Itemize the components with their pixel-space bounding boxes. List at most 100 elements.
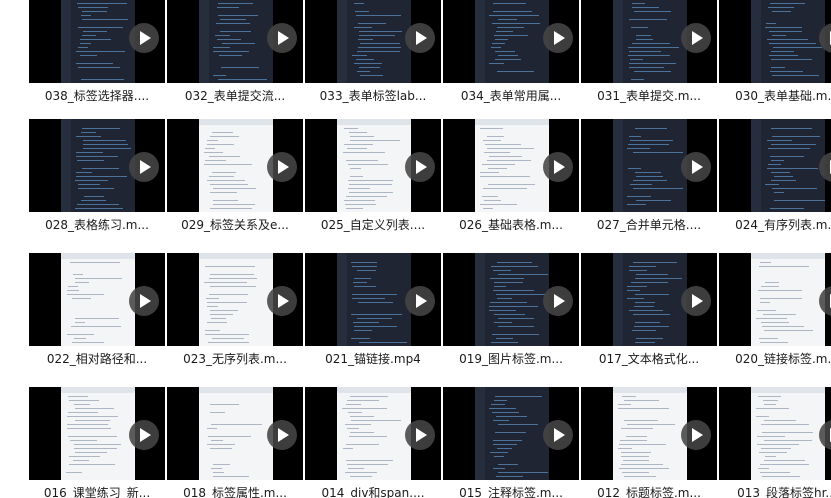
file-name-label: 014_div和span.... [321, 486, 425, 498]
video-thumbnail[interactable] [719, 387, 831, 480]
video-thumbnail[interactable] [29, 119, 165, 212]
video-file-item[interactable]: 025_自定义列表.... [305, 119, 441, 239]
thumbnail-frame [475, 253, 549, 346]
thumbnail-frame [61, 387, 135, 480]
file-name-label: 031_表单提交.m... [597, 89, 701, 103]
play-icon[interactable] [681, 152, 711, 182]
video-thumbnail[interactable] [581, 119, 717, 212]
video-file-item[interactable]: 031_表单提交.m... [581, 0, 717, 110]
play-icon[interactable] [129, 420, 159, 450]
video-file-item[interactable]: 017_文本格式化... [581, 253, 717, 373]
video-thumbnail[interactable] [581, 253, 717, 346]
video-thumbnail[interactable] [719, 253, 831, 346]
video-file-item[interactable]: 016_课堂练习_新... [29, 387, 165, 498]
video-file-item[interactable]: 013_段落标签hr... [719, 387, 831, 498]
play-icon[interactable] [267, 152, 297, 182]
play-icon[interactable] [543, 420, 573, 450]
file-name-label: 033_表单标签lab... [319, 89, 427, 103]
video-thumbnail[interactable] [29, 0, 165, 83]
video-file-item[interactable]: 024_有序列表.m... [719, 119, 831, 239]
video-thumbnail[interactable] [305, 0, 441, 83]
video-file-item[interactable]: 019_图片标签.m... [443, 253, 579, 373]
play-icon[interactable] [129, 286, 159, 316]
file-name-label: 012_标题标签.m... [597, 486, 701, 498]
video-thumbnail[interactable] [719, 0, 831, 83]
play-icon[interactable] [681, 23, 711, 53]
play-icon[interactable] [129, 23, 159, 53]
file-name-label: 013_段落标签hr... [737, 486, 831, 498]
video-thumbnail[interactable] [443, 119, 579, 212]
video-file-item[interactable]: 014_div和span.... [305, 387, 441, 498]
video-file-item[interactable]: 022_相对路径和... [29, 253, 165, 373]
play-icon[interactable] [405, 286, 435, 316]
file-name-label: 022_相对路径和... [46, 352, 148, 366]
video-thumbnail[interactable] [581, 0, 717, 83]
video-file-item[interactable]: 023_无序列表.m... [167, 253, 303, 373]
video-file-item[interactable]: 012_标题标签.m... [581, 387, 717, 498]
thumbnail-frame [613, 387, 687, 480]
video-thumbnail[interactable] [443, 387, 579, 480]
play-icon[interactable] [405, 420, 435, 450]
file-name-label: 023_无序列表.m... [183, 352, 287, 366]
file-name-label: 020_链接标签.m... [735, 352, 831, 366]
file-grid: 038_标签选择器.... 032_表单提交流... 033_表单标签lab... 0… [0, 0, 831, 498]
video-thumbnail[interactable] [167, 253, 303, 346]
file-name-label: 024_有序列表.m... [735, 218, 831, 232]
play-icon[interactable] [543, 152, 573, 182]
play-icon[interactable] [267, 420, 297, 450]
play-icon[interactable] [267, 23, 297, 53]
video-thumbnail[interactable] [29, 387, 165, 480]
thumbnail-frame [199, 387, 273, 480]
video-thumbnail[interactable] [29, 253, 165, 346]
play-icon[interactable] [543, 286, 573, 316]
play-icon[interactable] [681, 286, 711, 316]
video-thumbnail[interactable] [581, 387, 717, 480]
file-name-label: 029_标签关系及e... [181, 218, 289, 232]
video-thumbnail[interactable] [305, 119, 441, 212]
thumbnail-frame [751, 119, 825, 212]
thumbnail-frame [61, 253, 135, 346]
thumbnail-frame [751, 0, 825, 83]
video-thumbnail[interactable] [167, 0, 303, 83]
video-file-item[interactable]: 018_标签属性.m... [167, 387, 303, 498]
video-file-item[interactable]: 021_锚链接.mp4 [305, 253, 441, 373]
play-icon[interactable] [681, 420, 711, 450]
file-name-label: 034_表单常用属... [460, 89, 562, 103]
video-file-item[interactable]: 029_标签关系及e... [167, 119, 303, 239]
video-file-item[interactable]: 030_表单基础.m... [719, 0, 831, 110]
file-name-label: 016_课堂练习_新... [43, 486, 151, 498]
thumbnail-frame [199, 0, 273, 83]
video-file-item[interactable]: 015_注释标签.m... [443, 387, 579, 498]
video-thumbnail[interactable] [167, 119, 303, 212]
video-thumbnail[interactable] [719, 119, 831, 212]
thumbnail-frame [337, 119, 411, 212]
video-file-item[interactable]: 027_合并单元格.... [581, 119, 717, 239]
video-file-item[interactable]: 034_表单常用属... [443, 0, 579, 110]
video-thumbnail[interactable] [443, 0, 579, 83]
video-thumbnail[interactable] [305, 253, 441, 346]
video-file-item[interactable]: 026_基础表格.m... [443, 119, 579, 239]
file-name-label: 028_表格练习.m... [45, 218, 149, 232]
video-thumbnail[interactable] [305, 387, 441, 480]
play-icon[interactable] [129, 152, 159, 182]
play-icon[interactable] [405, 152, 435, 182]
thumbnail-frame [61, 119, 135, 212]
play-icon[interactable] [405, 23, 435, 53]
file-name-label: 032_表单提交流... [184, 89, 286, 103]
play-icon[interactable] [267, 286, 297, 316]
thumbnail-frame [337, 253, 411, 346]
play-icon[interactable] [543, 23, 573, 53]
video-file-item[interactable]: 028_表格练习.m... [29, 119, 165, 239]
video-file-item[interactable]: 033_表单标签lab... [305, 0, 441, 110]
video-file-item[interactable]: 020_链接标签.m... [719, 253, 831, 373]
video-file-item[interactable]: 032_表单提交流... [167, 0, 303, 110]
file-name-label: 018_标签属性.m... [183, 486, 287, 498]
file-name-label: 026_基础表格.m... [459, 218, 563, 232]
thumbnail-frame [613, 119, 687, 212]
thumbnail-frame [337, 387, 411, 480]
video-thumbnail[interactable] [443, 253, 579, 346]
video-file-item[interactable]: 038_标签选择器.... [29, 0, 165, 110]
file-name-label: 038_标签选择器.... [44, 89, 150, 103]
video-thumbnail[interactable] [167, 387, 303, 480]
thumbnail-frame [475, 387, 549, 480]
